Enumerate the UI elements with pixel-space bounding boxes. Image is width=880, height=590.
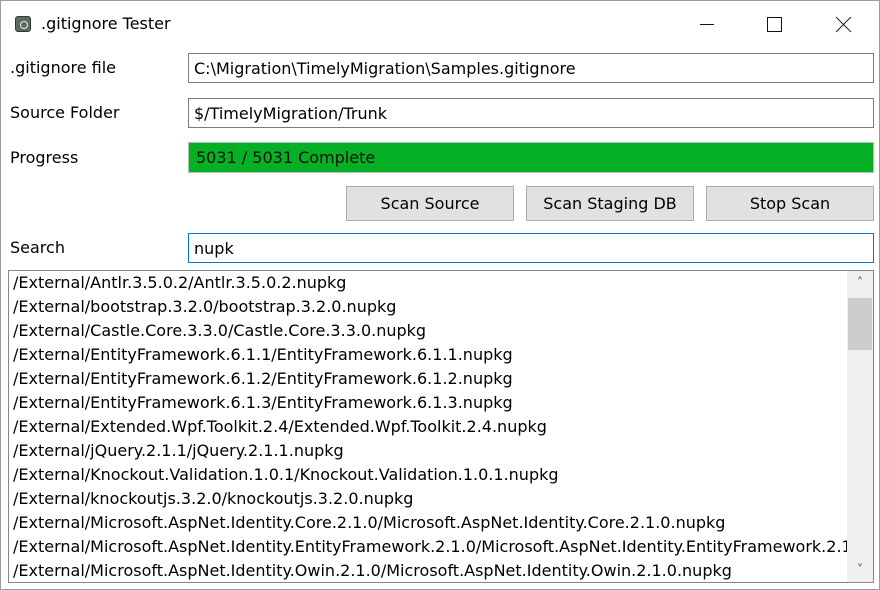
search-input[interactable]: nupk bbox=[188, 233, 874, 263]
search-label: Search bbox=[10, 238, 65, 257]
scroll-down-arrow-icon[interactable]: ˅ bbox=[847, 558, 873, 582]
result-item[interactable]: /External/jQuery.2.1.1/jQuery.2.1.1.nupk… bbox=[9, 439, 847, 463]
minimize-button[interactable] bbox=[684, 1, 730, 47]
gitignore-file-input[interactable]: C:\Migration\TimelyMigration\Samples.git… bbox=[188, 53, 874, 83]
result-item[interactable]: /External/Microsoft.AspNet.Identity.Owin… bbox=[9, 559, 847, 582]
result-item[interactable]: /External/Antlr.3.5.0.2/Antlr.3.5.0.2.nu… bbox=[9, 271, 847, 295]
window-title: .gitignore Tester bbox=[41, 14, 171, 33]
results-list: /External/Antlr.3.5.0.2/Antlr.3.5.0.2.nu… bbox=[9, 271, 847, 582]
minimize-icon bbox=[700, 23, 714, 25]
result-item[interactable]: /External/EntityFramework.6.1.3/EntityFr… bbox=[9, 391, 847, 415]
main-window: .gitignore Tester .gitignore file C:\Mig… bbox=[0, 0, 880, 590]
gear-app-icon bbox=[15, 16, 31, 32]
result-item[interactable]: /External/Microsoft.AspNet.Identity.Core… bbox=[9, 511, 847, 535]
close-button[interactable] bbox=[821, 1, 867, 47]
source-folder-input[interactable]: $/TimelyMigration/Trunk bbox=[188, 98, 874, 128]
vertical-scrollbar[interactable]: ˄ ˅ bbox=[847, 271, 873, 582]
close-icon bbox=[836, 16, 852, 32]
progress-label: Progress bbox=[10, 148, 79, 167]
scan-source-button[interactable]: Scan Source bbox=[346, 186, 514, 221]
gitignore-file-label: .gitignore file bbox=[10, 58, 117, 77]
scan-staging-db-button[interactable]: Scan Staging DB bbox=[526, 186, 694, 221]
result-item[interactable]: /External/EntityFramework.6.1.1/EntityFr… bbox=[9, 343, 847, 367]
scroll-thumb[interactable] bbox=[848, 298, 872, 350]
maximize-button[interactable] bbox=[751, 1, 797, 47]
result-item[interactable]: /External/Castle.Core.3.3.0/Castle.Core.… bbox=[9, 319, 847, 343]
result-item[interactable]: /External/Knockout.Validation.1.0.1/Knoc… bbox=[9, 463, 847, 487]
maximize-icon bbox=[766, 16, 782, 32]
scroll-up-arrow-icon[interactable]: ˄ bbox=[847, 271, 873, 295]
result-item[interactable]: /External/knockoutjs.3.2.0/knockoutjs.3.… bbox=[9, 487, 847, 511]
title-bar[interactable]: .gitignore Tester bbox=[1, 1, 879, 47]
result-item[interactable]: /External/Microsoft.AspNet.Identity.Enti… bbox=[9, 535, 847, 559]
results-listbox[interactable]: /External/Antlr.3.5.0.2/Antlr.3.5.0.2.nu… bbox=[8, 270, 874, 583]
stop-scan-button[interactable]: Stop Scan bbox=[706, 186, 874, 221]
result-item[interactable]: /External/Extended.Wpf.Toolkit.2.4/Exten… bbox=[9, 415, 847, 439]
progress-bar: 5031 / 5031 Complete bbox=[188, 142, 874, 173]
source-folder-label: Source Folder bbox=[10, 103, 120, 122]
result-item[interactable]: /External/EntityFramework.6.1.2/EntityFr… bbox=[9, 367, 847, 391]
result-item[interactable]: /External/bootstrap.3.2.0/bootstrap.3.2.… bbox=[9, 295, 847, 319]
progress-text: 5031 / 5031 Complete bbox=[196, 148, 376, 167]
